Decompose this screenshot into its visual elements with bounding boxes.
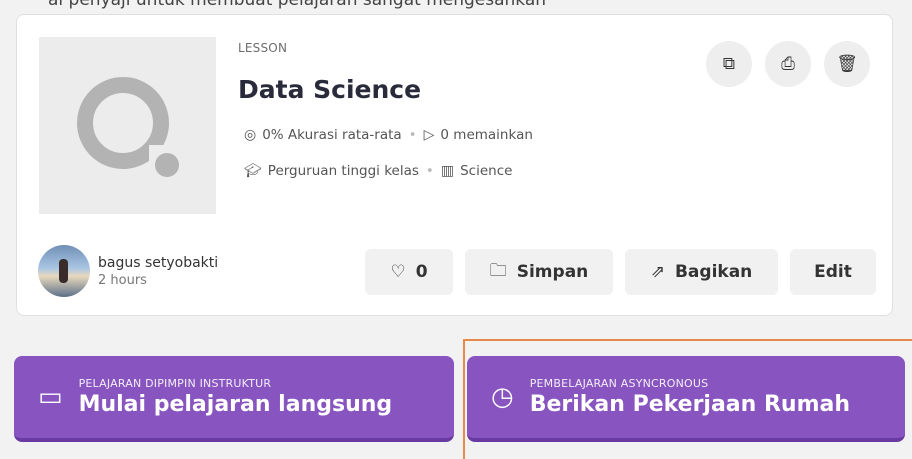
quiz-thumbnail[interactable] <box>39 37 216 214</box>
like-count: 0 <box>415 262 428 282</box>
copy-button[interactable]: ⧉ <box>706 41 752 87</box>
delete-button[interactable]: 🗑︎ <box>824 41 870 87</box>
subject-text: Science <box>460 163 513 179</box>
share-icon: ⇗ <box>650 262 665 282</box>
avatar[interactable] <box>38 245 90 297</box>
target-icon: ◎ <box>244 127 257 143</box>
author-info: bagus setyobakti 2 hours <box>38 245 218 297</box>
edit-label: Edit <box>814 262 852 282</box>
share-button[interactable]: ⇗ Bagikan <box>625 249 778 295</box>
save-button[interactable]: 🗀 Simpan <box>465 249 613 295</box>
quiz-card: LESSON Data Science ◎ 0% Akurasi rata-ra… <box>16 14 893 316</box>
edit-button[interactable]: Edit <box>790 249 876 295</box>
header-cut-text: ai penyaji untuk membuat pelajaran sanga… <box>48 0 547 10</box>
play-icon: ▷ <box>423 127 435 143</box>
cta-live-subtitle: PELAJARAN DIPIMPIN INSTRUKTUR <box>78 377 272 390</box>
plays-text: 0 memainkan <box>440 127 533 143</box>
trash-icon: 🗑︎ <box>836 54 858 74</box>
cta-async-title: Berikan Pekerjaan Rumah <box>529 392 851 417</box>
graduation-cap-icon: 🎓︎ <box>244 163 262 179</box>
cta-async-subtitle: PEMBELAJARAN ASYNCRONOUS <box>529 377 709 390</box>
grade-text: Perguruan tinggi kelas <box>267 163 419 179</box>
assign-homework-button[interactable]: ◷ PEMBELAJARAN ASYNCRONOUS Berikan Peker… <box>467 356 905 442</box>
copy-icon: ⧉ <box>722 54 736 74</box>
meta-row-stats: ◎ 0% Akurasi rata-rata • ▷ 0 memainkan <box>244 127 533 143</box>
quiz-actions: ⧉ ⎙ 🗑︎ <box>706 41 870 87</box>
print-button[interactable]: ⎙ <box>765 41 811 87</box>
cta-live-title: Mulai pelajaran langsung <box>78 392 393 417</box>
quiz-title: Data Science <box>238 75 422 104</box>
clock-icon: ◷ <box>491 382 514 412</box>
save-label: Simpan <box>516 262 589 282</box>
quiz-type-label: LESSON <box>238 41 288 55</box>
author-name[interactable]: bagus setyobakti <box>98 255 218 271</box>
folder-icon: 🗀 <box>489 260 507 281</box>
heart-icon: ♡ <box>390 262 406 282</box>
quizizz-logo-icon <box>76 76 179 177</box>
books-icon: ▥ <box>440 163 455 179</box>
start-live-lesson-button[interactable]: ▭ PELAJARAN DIPIMPIN INSTRUKTUR Mulai pe… <box>14 356 454 442</box>
meta-row-info: 🎓︎ Perguruan tinggi kelas • ▥ Science <box>244 163 513 179</box>
card-buttons: ♡ 0 🗀 Simpan ⇗ Bagikan Edit <box>365 249 876 295</box>
presentation-icon: ▭ <box>38 382 63 412</box>
author-time: 2 hours <box>98 272 147 288</box>
share-label: Bagikan <box>674 262 753 282</box>
like-button[interactable]: ♡ 0 <box>365 249 453 295</box>
accuracy-text: 0% Akurasi rata-rata <box>262 127 402 143</box>
print-icon: ⎙ <box>781 54 795 74</box>
